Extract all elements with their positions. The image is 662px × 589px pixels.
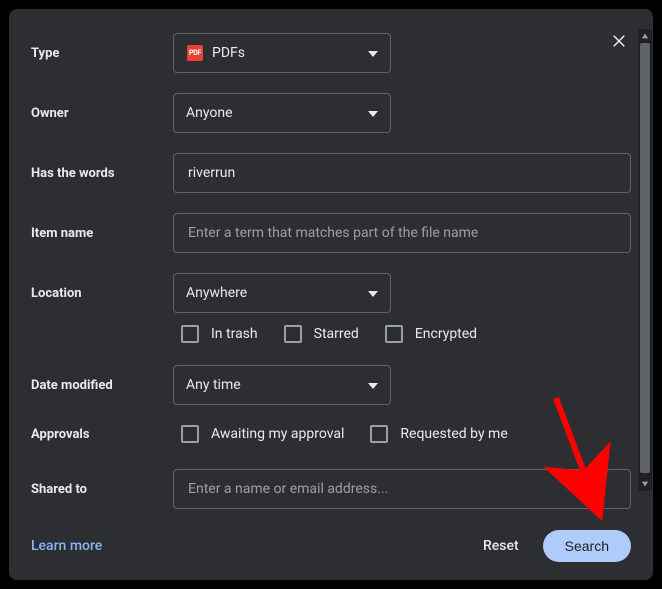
- date-modified-dropdown[interactable]: Any time: [173, 365, 391, 405]
- label-approvals: Approvals: [31, 427, 173, 442]
- checkbox-box[interactable]: [181, 325, 199, 343]
- row-date-modified: Date modified Any time: [31, 365, 631, 405]
- caret-down-icon: [368, 377, 378, 393]
- checkbox-awaiting-approval[interactable]: Awaiting my approval: [181, 425, 344, 443]
- row-location-options: In trash Starred Encrypted: [31, 325, 631, 343]
- scroll-up-arrow[interactable]: [638, 29, 652, 43]
- checkbox-in-trash[interactable]: In trash: [181, 325, 258, 343]
- checkbox-label: Encrypted: [415, 326, 477, 342]
- row-location: Location Anywhere: [31, 273, 631, 313]
- checkbox-label: Requested by me: [400, 426, 507, 442]
- dialog-footer: Learn more Reset Search: [31, 530, 631, 562]
- search-button[interactable]: Search: [543, 530, 631, 562]
- shared-to-input[interactable]: [173, 469, 631, 509]
- checkbox-box[interactable]: [284, 325, 302, 343]
- location-dropdown[interactable]: Anywhere: [173, 273, 391, 313]
- checkbox-encrypted[interactable]: Encrypted: [385, 325, 477, 343]
- learn-more-link[interactable]: Learn more: [31, 538, 102, 554]
- checkbox-box[interactable]: [385, 325, 403, 343]
- advanced-search-dialog: Type PDF PDFs Owner Anyone: [9, 9, 653, 580]
- has-words-input[interactable]: [173, 153, 631, 193]
- checkbox-requested-by-me[interactable]: Requested by me: [370, 425, 507, 443]
- label-type: Type: [31, 46, 173, 61]
- date-modified-value: Any time: [186, 377, 241, 393]
- label-shared-to: Shared to: [31, 482, 173, 497]
- row-has-words: Has the words: [31, 153, 631, 193]
- label-item-name: Item name: [31, 226, 173, 241]
- reset-button[interactable]: Reset: [471, 530, 531, 562]
- form-body: Type PDF PDFs Owner Anyone: [31, 33, 631, 516]
- scrollbar-thumb[interactable]: [640, 43, 650, 473]
- checkbox-box[interactable]: [181, 425, 199, 443]
- label-owner: Owner: [31, 106, 173, 121]
- checkbox-label: Starred: [314, 326, 359, 342]
- scrollbar[interactable]: [638, 29, 652, 491]
- type-value: PDFs: [212, 45, 245, 61]
- row-shared-to: Shared to: [31, 469, 631, 509]
- owner-value: Anyone: [186, 105, 233, 121]
- checkbox-label: Awaiting my approval: [211, 426, 344, 442]
- checkbox-label: In trash: [211, 326, 258, 342]
- owner-dropdown[interactable]: Anyone: [173, 93, 391, 133]
- label-has-words: Has the words: [31, 166, 173, 181]
- caret-down-icon: [368, 45, 378, 61]
- row-item-name: Item name: [31, 213, 631, 253]
- row-type: Type PDF PDFs: [31, 33, 631, 73]
- label-date-modified: Date modified: [31, 378, 173, 393]
- label-location: Location: [31, 286, 173, 301]
- pdf-icon: PDF: [186, 44, 204, 62]
- row-owner: Owner Anyone: [31, 93, 631, 133]
- row-approvals: Approvals Awaiting my approval Requested…: [31, 425, 631, 443]
- type-dropdown[interactable]: PDF PDFs: [173, 33, 391, 73]
- caret-down-icon: [368, 285, 378, 301]
- checkbox-starred[interactable]: Starred: [284, 325, 359, 343]
- caret-down-icon: [368, 105, 378, 121]
- item-name-input[interactable]: [173, 213, 631, 253]
- checkbox-box[interactable]: [370, 425, 388, 443]
- location-value: Anywhere: [186, 285, 247, 301]
- scroll-down-arrow[interactable]: [638, 477, 652, 491]
